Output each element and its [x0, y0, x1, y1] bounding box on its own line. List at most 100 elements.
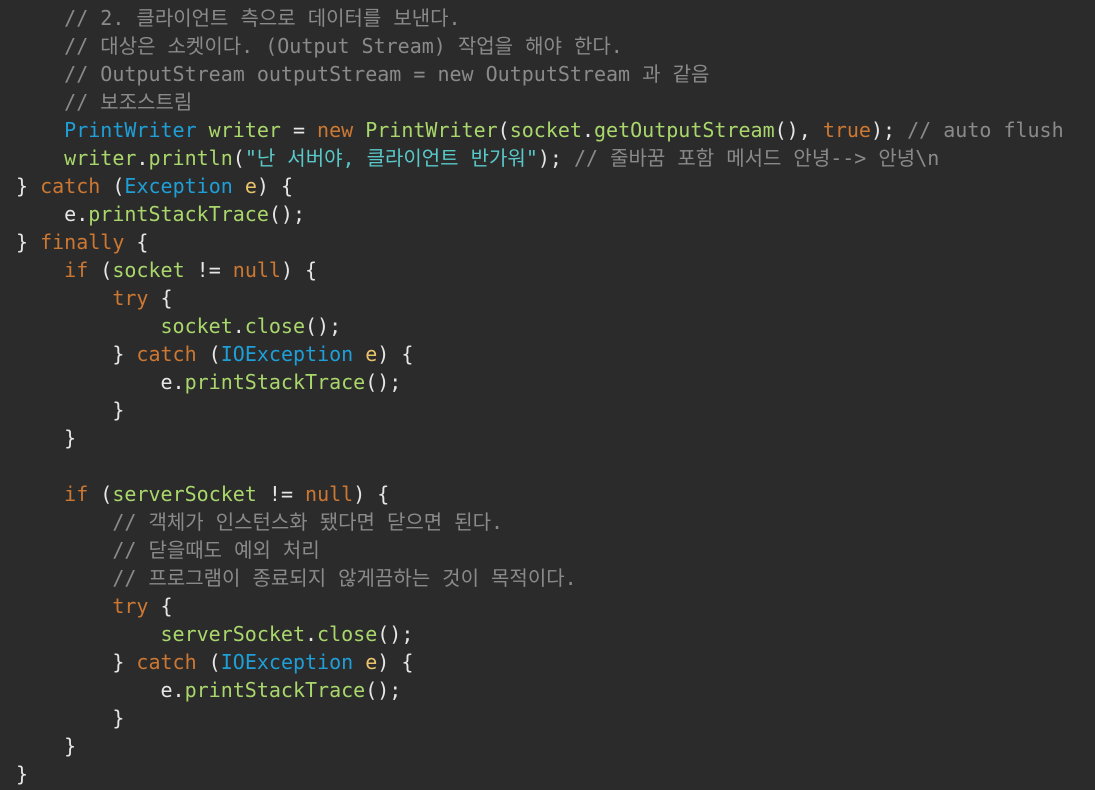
code-token-comment: // auto flush — [907, 118, 1064, 142]
code-token-method: println — [148, 146, 233, 170]
code-token-var: serverSocket — [160, 622, 306, 646]
code-line: // 닫을때도 예외 처리 — [0, 536, 1095, 564]
code-token-method: printStackTrace — [184, 370, 366, 394]
code-token-punc: } — [16, 762, 29, 786]
code-token-punc: ( — [196, 650, 221, 674]
code-token-punc: } — [16, 174, 41, 198]
code-line: // 보조스트림 — [0, 88, 1095, 116]
code-line: e.printStackTrace(); — [0, 200, 1095, 228]
code-line: } — [0, 732, 1095, 760]
code-token-kw: finally — [40, 230, 125, 254]
code-token-punc: ) { — [256, 174, 293, 198]
code-line: // 대상은 소켓이다. (Output Stream) 작업을 해야 한다. — [0, 32, 1095, 60]
code-line: try { — [0, 284, 1095, 312]
code-token-punc: ( — [88, 258, 113, 282]
code-token-comment: // OutputStream outputStream = new Outpu… — [64, 62, 710, 86]
code-line: try { — [0, 592, 1095, 620]
code-token-plain: != — [184, 258, 233, 282]
code-token-param: e — [365, 650, 378, 674]
code-token-method: close — [317, 622, 378, 646]
code-token-punc: ); — [537, 146, 574, 170]
code-token-punc: (); — [377, 622, 414, 646]
code-line: } — [0, 704, 1095, 732]
code-token-type: Exception — [124, 174, 233, 198]
code-line: e.printStackTrace(); — [0, 676, 1095, 704]
code-token-type: IOException — [220, 342, 354, 366]
code-token-comment: // 보조스트림 — [64, 90, 193, 114]
code-token-comment: // 프로그램이 종료되지 않게끔하는 것이 목적이다. — [112, 566, 577, 590]
code-token-var: writer — [208, 118, 281, 142]
code-token-param: e — [365, 342, 378, 366]
code-token-var: socket — [160, 314, 233, 338]
code-line: } — [0, 396, 1095, 424]
code-line: // 객체가 인스턴스화 됐다면 닫으면 된다. — [0, 508, 1095, 536]
code-token-comment: // 2. 클라이언트 측으로 데이터를 보낸다. — [64, 6, 461, 30]
code-token-kw: catch — [136, 342, 197, 366]
code-token-punc: } — [112, 650, 137, 674]
code-line: socket.close(); — [0, 312, 1095, 340]
code-token-punc: ) { — [377, 650, 414, 674]
code-token-comment: // 줄바꿈 포함 메서드 안녕--> 안녕\n — [573, 146, 940, 170]
code-token-kw: if — [64, 482, 89, 506]
code-token-punc: . — [581, 118, 595, 142]
code-token-punc: } — [112, 706, 125, 730]
code-token-punc: { — [124, 230, 149, 254]
code-token-punc: } — [112, 342, 137, 366]
code-line: serverSocket.close(); — [0, 620, 1095, 648]
code-token-kw: null — [232, 258, 281, 282]
code-token-var: socket — [509, 118, 582, 142]
code-token-kw: try — [112, 286, 149, 310]
code-token-kw: try — [112, 594, 149, 618]
code-line: e.printStackTrace(); — [0, 368, 1095, 396]
code-token-punc: } — [64, 734, 77, 758]
code-token-punc: (); — [268, 202, 306, 226]
code-token-comment: // 닫을때도 예외 처리 — [112, 538, 320, 562]
code-token-punc: } — [112, 398, 125, 422]
code-token-punc: ( — [232, 146, 245, 170]
code-token-plain: e — [160, 370, 173, 394]
code-token-punc: . — [232, 314, 245, 338]
code-token-punc: ( — [88, 482, 113, 506]
code-line: if (serverSocket != null) { — [0, 480, 1095, 508]
code-line: } catch (Exception e) { — [0, 172, 1095, 200]
code-token-kw: catch — [136, 650, 197, 674]
code-token-var: writer — [64, 146, 137, 170]
code-token-method: printStackTrace — [184, 678, 366, 702]
code-token-type: IOException — [220, 650, 354, 674]
code-token-punc: . — [136, 146, 149, 170]
code-line: if (socket != null) { — [0, 256, 1095, 284]
code-line: } — [0, 424, 1095, 452]
code-token-punc: { — [148, 594, 173, 618]
code-token-method: getOutputStream — [594, 118, 775, 142]
code-line: } — [0, 760, 1095, 788]
code-token-punc: . — [172, 678, 185, 702]
code-token-kw: true — [822, 118, 871, 142]
code-token-punc: { — [148, 286, 173, 310]
code-token-plain: e — [160, 678, 173, 702]
code-editor[interactable]: // 2. 클라이언트 측으로 데이터를 보낸다. // 대상은 소켓이다. (… — [0, 0, 1095, 790]
code-token-method: PrintWriter — [365, 118, 498, 142]
